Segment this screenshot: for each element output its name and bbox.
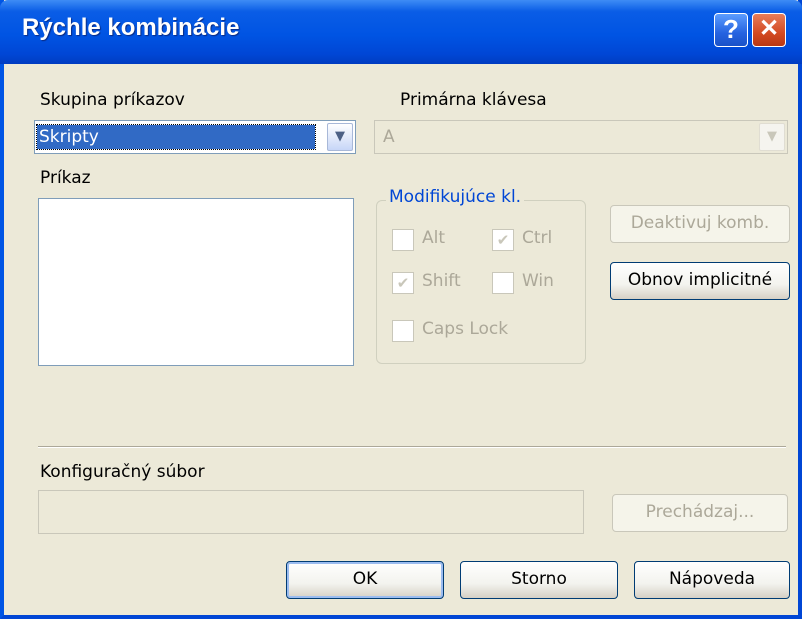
win-checkbox[interactable] <box>492 272 514 294</box>
shortcuts-dialog: Rýchle kombinácie ? ✕ Skupina príkazov S… <box>0 0 802 619</box>
window-title: Rýchle kombinácie <box>22 14 240 41</box>
shift-checkbox[interactable]: ✔ <box>392 272 414 294</box>
primary-key-value: A <box>383 127 395 147</box>
command-listbox[interactable] <box>38 198 354 366</box>
chevron-down-icon: ▼ <box>767 129 777 144</box>
restore-defaults-button[interactable]: Obnov implicitné <box>610 262 790 300</box>
close-icon: ✕ <box>758 15 780 42</box>
chevron-down-icon: ▼ <box>335 129 345 144</box>
ctrl-label: Ctrl <box>522 228 553 248</box>
close-button[interactable]: ✕ <box>752 13 786 47</box>
cancel-button[interactable]: Storno <box>460 561 618 599</box>
config-file-label: Konfiguračný súbor <box>40 462 205 482</box>
question-icon: ? <box>723 14 739 44</box>
checkmark-icon: ✔ <box>496 231 510 249</box>
command-group-dropdown-button[interactable]: ▼ <box>327 123 353 151</box>
config-file-field[interactable] <box>38 490 584 534</box>
deactivate-button[interactable]: Deaktivuj komb. <box>610 205 790 243</box>
checkmark-icon: ✔ <box>396 274 410 292</box>
primary-key-select[interactable]: A ▼ <box>374 120 788 154</box>
command-group-label: Skupina príkazov <box>40 90 185 110</box>
ok-button[interactable]: OK <box>286 561 444 599</box>
command-group-select[interactable]: Skripty ▼ <box>34 120 356 154</box>
command-label: Príkaz <box>40 168 91 188</box>
win-label: Win <box>522 271 554 291</box>
ctrl-checkbox[interactable]: ✔ <box>492 229 514 251</box>
separator <box>38 446 786 448</box>
help-title-button[interactable]: ? <box>714 13 748 47</box>
caps-lock-label: Caps Lock <box>422 319 509 339</box>
title-bar[interactable]: Rýchle kombinácie ? ✕ <box>0 0 802 64</box>
help-button[interactable]: Nápoveda <box>634 561 790 599</box>
caps-lock-checkbox[interactable] <box>392 320 414 342</box>
modifiers-group-title: Modifikujúce kl. <box>386 187 525 207</box>
browse-button[interactable]: Prechádzaj... <box>612 494 788 532</box>
alt-checkbox[interactable] <box>392 229 414 251</box>
shift-label: Shift <box>422 271 461 291</box>
command-group-value: Skripty <box>36 124 316 150</box>
primary-key-dropdown-button[interactable]: ▼ <box>759 123 785 151</box>
primary-key-label: Primárna klávesa <box>400 90 547 110</box>
alt-label: Alt <box>422 228 446 248</box>
